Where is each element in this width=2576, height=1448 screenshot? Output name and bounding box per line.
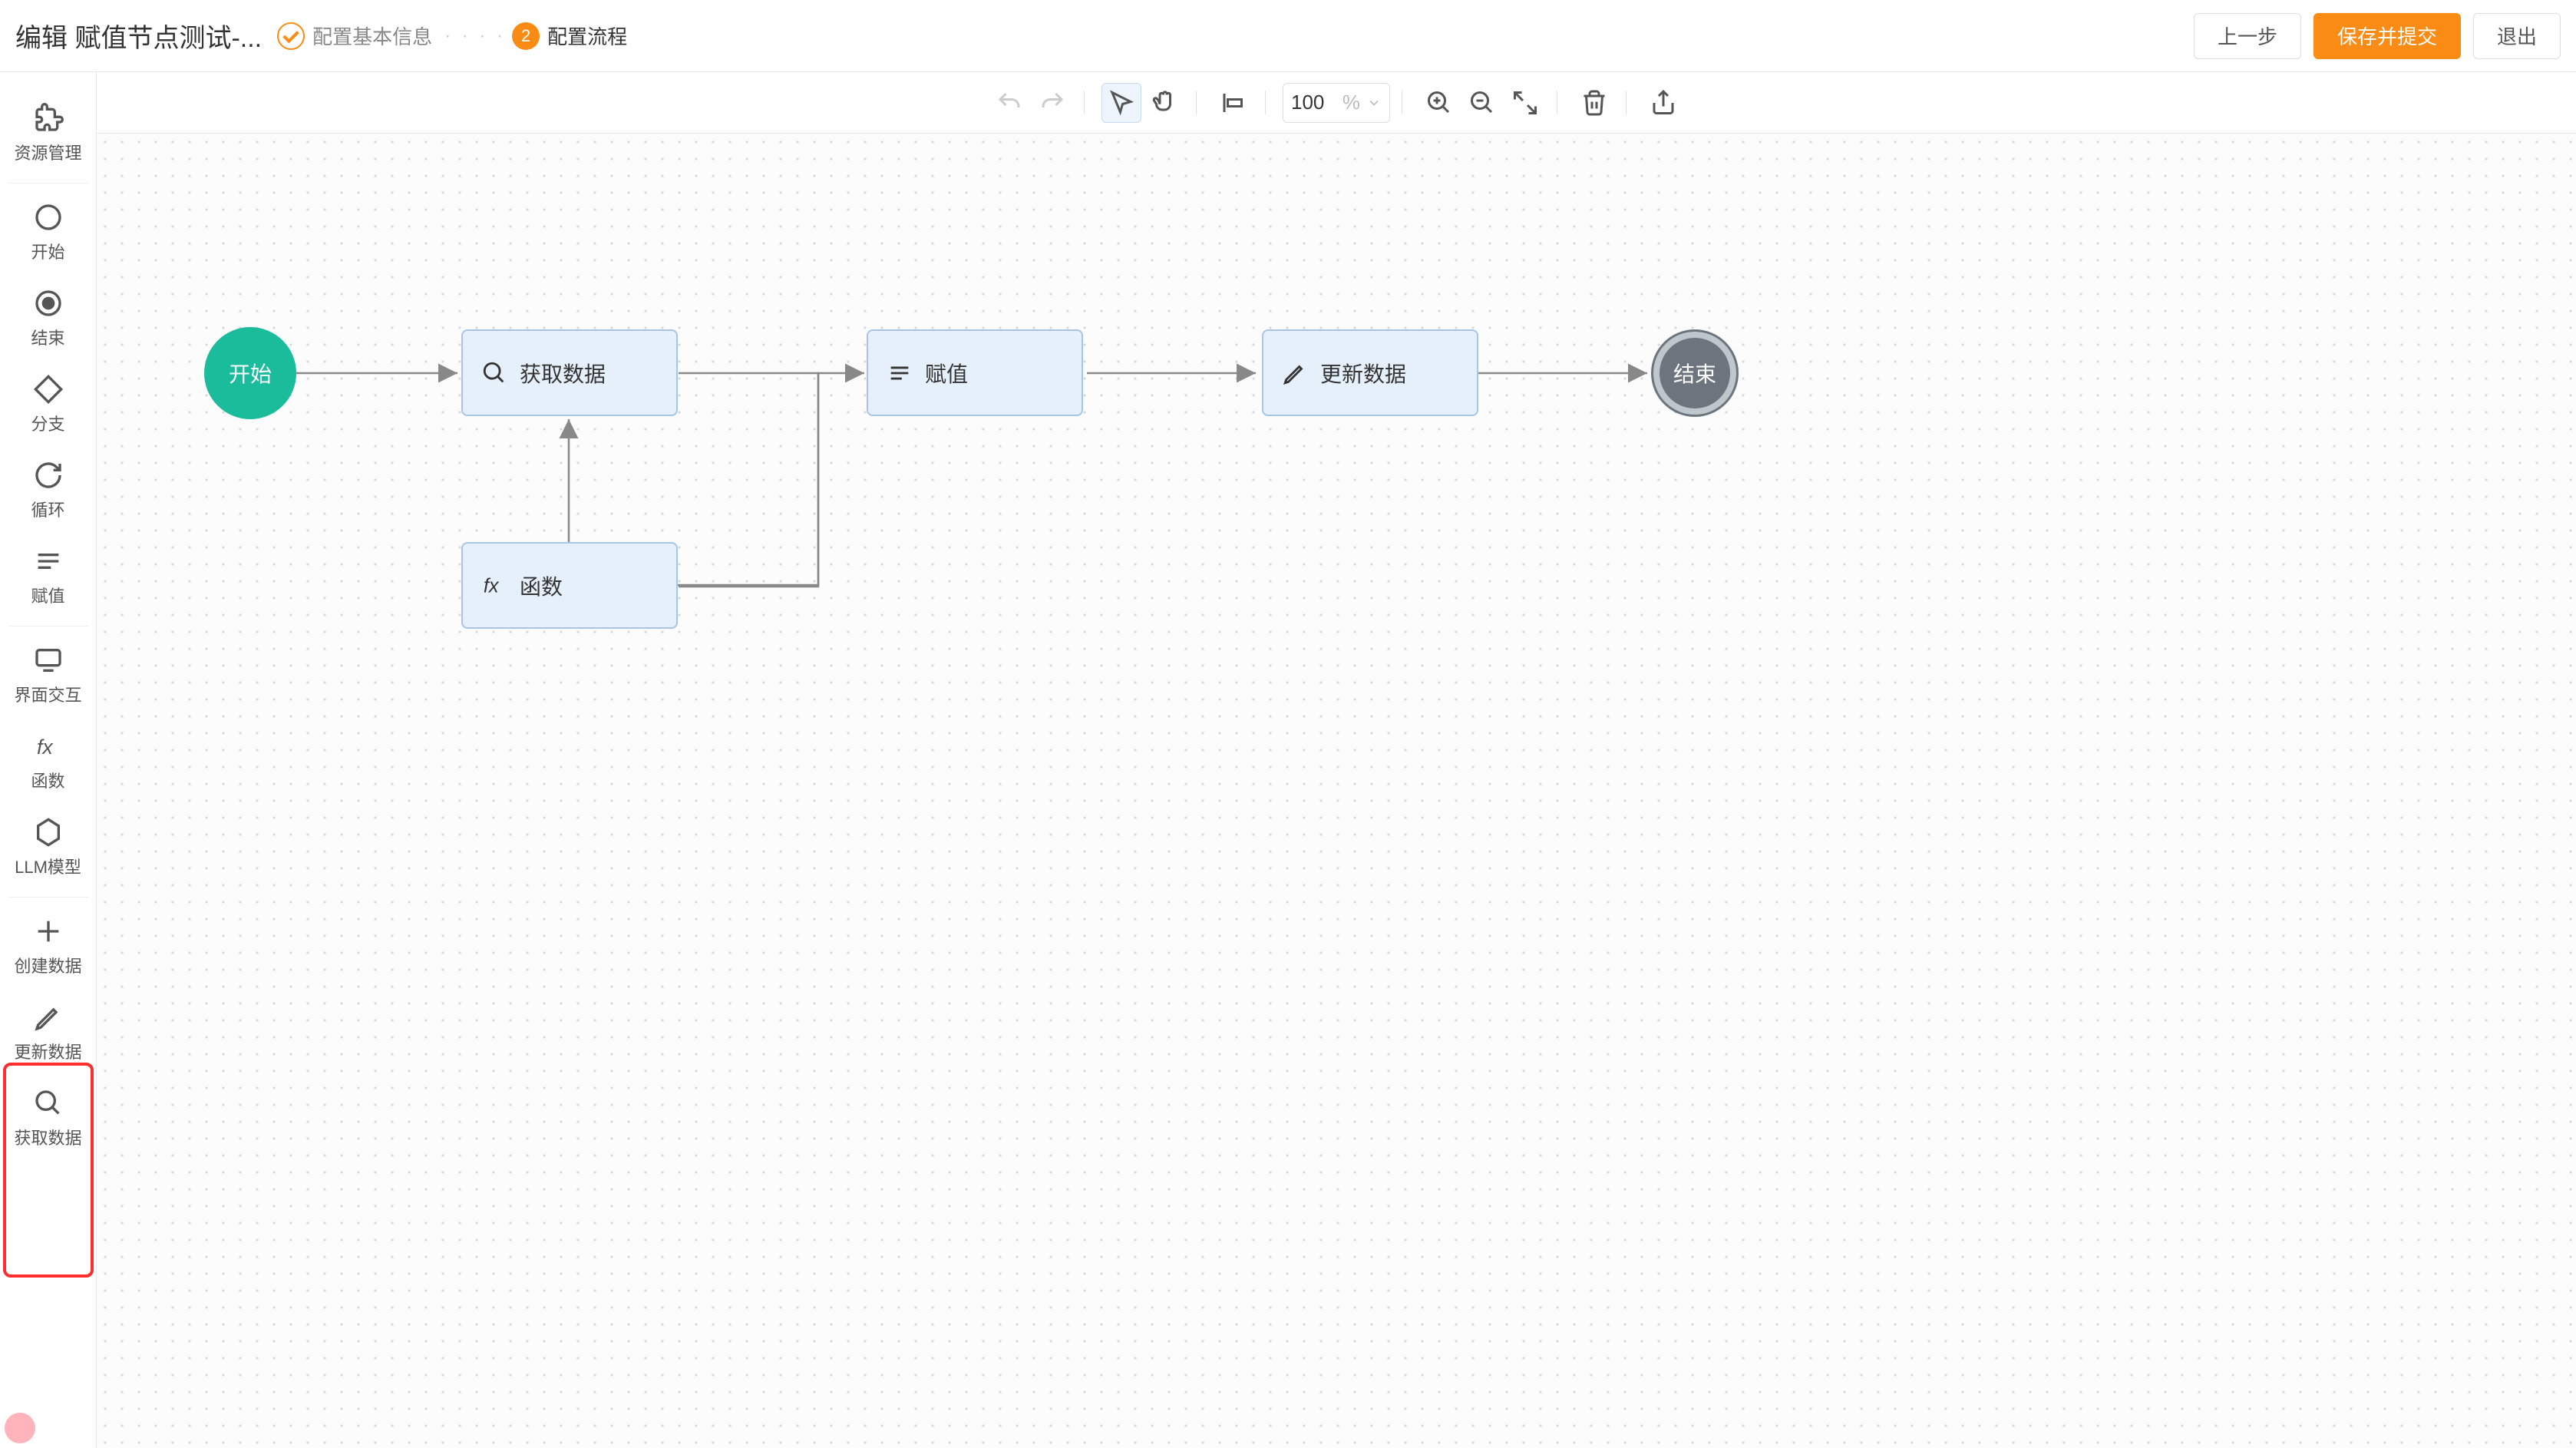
redo-button[interactable] (1032, 83, 1072, 123)
node-assign-label: 赋值 (925, 358, 968, 388)
list-icon (33, 546, 64, 577)
zoom-input[interactable]: 100 % (1283, 83, 1390, 123)
puzzle-icon (33, 103, 64, 134)
sidebar-ui-label: 界面交互 (14, 682, 81, 706)
pencil-icon (33, 1002, 64, 1033)
circle-icon (33, 202, 64, 233)
delete-button[interactable] (1574, 83, 1614, 123)
search-icon (481, 360, 507, 386)
fx-icon: fx (481, 573, 507, 599)
step-2-label: 配置流程 (547, 21, 627, 50)
search-icon (33, 1088, 64, 1119)
zoom-in-button[interactable] (1419, 83, 1459, 123)
svg-text:fx: fx (37, 736, 54, 759)
percent-icon: % (1342, 91, 1360, 114)
zoom-out-button[interactable] (1462, 83, 1502, 123)
sidebar-create-label: 创建数据 (14, 953, 81, 977)
sidebar-assign-label: 赋值 (31, 583, 64, 607)
exit-button[interactable]: 退出 (2473, 13, 2561, 59)
node-end[interactable]: 结束 (1653, 332, 1736, 415)
node-func-label: 函数 (520, 570, 563, 601)
sidebar-branch-label: 分支 (31, 411, 64, 435)
sidebar-end[interactable]: 结束 (0, 276, 96, 362)
sidebar-end-label: 结束 (31, 325, 64, 349)
prev-button[interactable]: 上一步 (2194, 13, 2301, 59)
node-assign[interactable]: 赋值 (867, 329, 1083, 416)
hexagon-icon (33, 817, 64, 848)
align-tool[interactable] (1214, 83, 1253, 123)
node-update-label: 更新数据 (1320, 358, 1406, 388)
step-2[interactable]: 2 配置流程 (512, 21, 627, 50)
flow-canvas[interactable]: 开始 获取数据 赋值 更新数据 结束 fx 函数 (97, 134, 2576, 1448)
sidebar-func-label: 函数 (31, 768, 64, 792)
step-1-label: 配置基本信息 (312, 21, 432, 50)
target-icon (33, 288, 64, 319)
sidebar-resources-label: 资源管理 (14, 140, 81, 164)
sidebar-loop[interactable]: 循环 (0, 448, 96, 534)
sidebar-assign[interactable]: 赋值 (0, 534, 96, 620)
monitor-icon (33, 645, 64, 676)
list-icon (887, 360, 913, 386)
node-end-label: 结束 (1673, 358, 1716, 388)
canvas-toolbar: 100 % (97, 72, 2576, 134)
node-func[interactable]: fx 函数 (461, 542, 678, 629)
sidebar-start[interactable]: 开始 (0, 190, 96, 276)
sidebar-update-data[interactable]: 更新数据 (0, 990, 96, 1076)
undo-button[interactable] (989, 83, 1029, 123)
sidebar-loop-label: 循环 (31, 497, 64, 521)
sidebar-llm[interactable]: LLM模型 (0, 805, 96, 891)
step-2-num: 2 (512, 22, 540, 50)
diamond-icon (33, 374, 64, 405)
pencil-icon (1282, 360, 1308, 386)
node-update[interactable]: 更新数据 (1262, 329, 1478, 416)
sidebar-fetch-data[interactable]: 获取数据 (0, 1076, 96, 1162)
divider (8, 897, 88, 898)
sidebar-llm-label: LLM模型 (15, 854, 81, 878)
sidebar-fetch-label: 获取数据 (14, 1125, 81, 1149)
step-1[interactable]: 配置基本信息 (277, 21, 432, 50)
sidebar-update-label: 更新数据 (14, 1039, 81, 1063)
step-dots: · · · · (444, 25, 506, 47)
chevron-down-icon (1366, 95, 1382, 111)
export-button[interactable] (1643, 83, 1683, 123)
pan-tool[interactable] (1144, 83, 1184, 123)
node-fetch-label: 获取数据 (520, 358, 606, 388)
page-title: 编辑 赋值节点测试-... (15, 17, 262, 55)
node-start-label: 开始 (229, 358, 272, 388)
header-bar: 编辑 赋值节点测试-... 配置基本信息 · · · · 2 配置流程 上一步 … (0, 0, 2576, 72)
save-submit-button[interactable]: 保存并提交 (2313, 13, 2461, 59)
fx-icon: fx (33, 731, 64, 762)
sidebar: 资源管理 开始 结束 分支 循环 赋值 界面交互 fx 函数 LLM模型 创建数… (0, 72, 97, 1448)
pointer-tool[interactable] (1101, 83, 1141, 123)
sidebar-create-data[interactable]: 创建数据 (0, 904, 96, 990)
sidebar-branch[interactable]: 分支 (0, 362, 96, 448)
node-fetch[interactable]: 获取数据 (461, 329, 678, 416)
sidebar-start-label: 开始 (31, 239, 64, 263)
sidebar-resources[interactable]: 资源管理 (0, 91, 96, 177)
svg-text:fx: fx (484, 575, 500, 597)
plus-icon (33, 916, 64, 947)
loop-icon (33, 460, 64, 491)
zoom-value: 100 (1291, 91, 1324, 114)
node-start[interactable]: 开始 (204, 327, 296, 419)
sidebar-ui[interactable]: 界面交互 (0, 633, 96, 719)
sidebar-func[interactable]: fx 函数 (0, 719, 96, 805)
notification-dot (5, 1413, 35, 1443)
fit-button[interactable] (1505, 83, 1545, 123)
check-icon (277, 22, 305, 50)
